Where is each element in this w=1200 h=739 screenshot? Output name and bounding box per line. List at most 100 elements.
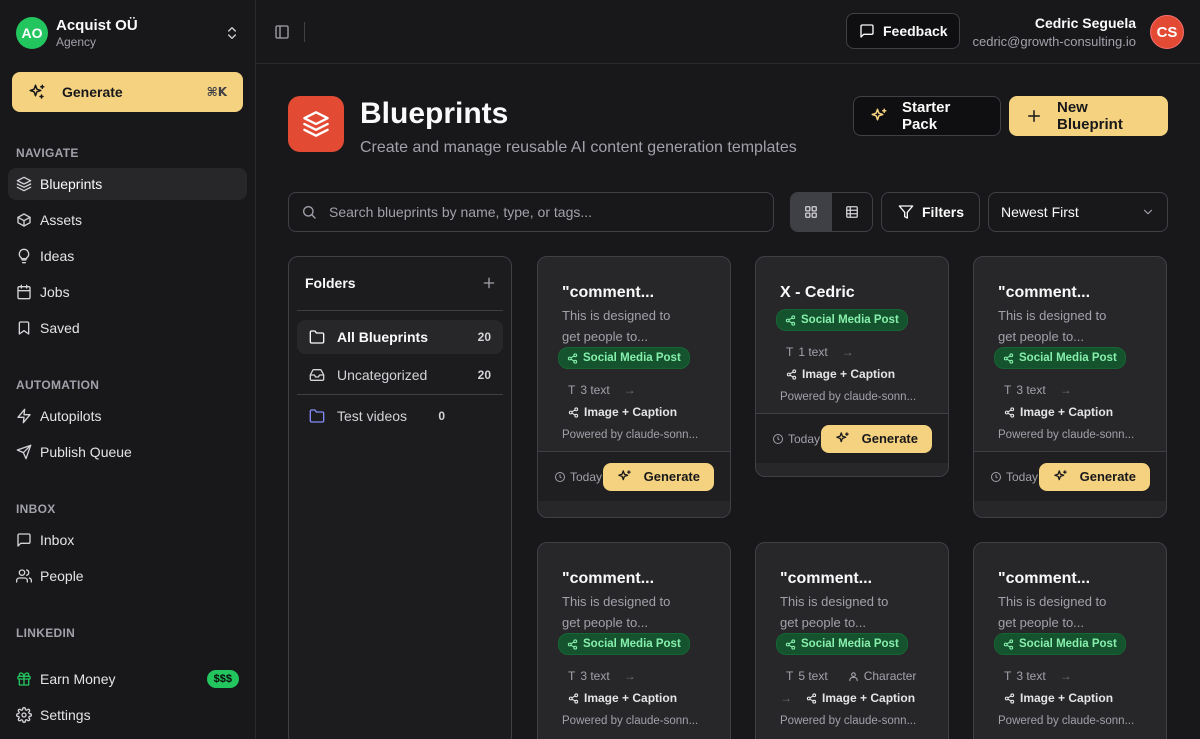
grid-view-button[interactable] [791, 193, 832, 231]
date-text: Today [570, 469, 603, 484]
type-badge: Social Media Post [776, 633, 908, 655]
sidebar-item-label: People [40, 568, 84, 584]
blueprint-card[interactable]: "comment... This is designed to get peop… [973, 256, 1167, 518]
org-avatar: AO [16, 17, 48, 49]
message-square-icon [859, 23, 875, 39]
user-info[interactable]: Cedric Seguela cedric@growth-consulting.… [973, 15, 1137, 50]
type-badge: Social Media Post [558, 347, 690, 369]
folders-panel: Folders All Blueprints 20 Uncategorized … [288, 256, 512, 739]
share-icon [568, 406, 579, 418]
text-icon: T [568, 383, 576, 397]
text-icon: T [1004, 669, 1012, 683]
card-generate-button[interactable]: Generate [820, 424, 932, 453]
folder-uncategorized[interactable]: Uncategorized 20 [297, 358, 503, 392]
text-icon: T [786, 669, 794, 683]
sidebar-item-people[interactable]: People [8, 560, 247, 592]
sidebar-item-saved[interactable]: Saved [8, 312, 247, 344]
bolt-icon [16, 408, 32, 424]
table-icon [845, 205, 859, 219]
user-icon [848, 671, 859, 682]
users-icon [16, 568, 32, 584]
folder-label: Test videos [337, 408, 408, 424]
sidebar-item-label: Earn Money [40, 671, 116, 687]
output-label: Image + Caption [822, 691, 916, 705]
share-icon [567, 352, 578, 364]
view-toggle [790, 192, 873, 232]
io-summary: T 3 text → Image + Caption [998, 379, 1142, 423]
clock-icon [990, 471, 1002, 483]
card-title: "comment... [562, 570, 655, 587]
generate-label: Generate [643, 469, 700, 484]
arrow-right-icon: → [1059, 669, 1072, 683]
sidebar-item-label: Inbox [40, 532, 75, 548]
filters-label: Filters [922, 204, 965, 220]
share-icon [806, 692, 817, 704]
sidebar-item-ideas[interactable]: Ideas [8, 240, 247, 272]
sidebar-toggle-icon[interactable] [274, 24, 290, 40]
input-chip: T 3 text [562, 665, 616, 687]
sort-value: Newest First [1001, 204, 1079, 220]
feedback-label: Feedback [883, 23, 948, 39]
share-icon [785, 638, 796, 650]
card-generate-button[interactable]: Generate [602, 462, 714, 491]
io-summary: T 5 text Character → Image + Caption [780, 665, 924, 709]
sidebar-item-blueprints[interactable]: Blueprints [8, 168, 247, 200]
filter-icon [898, 204, 914, 220]
generate-button[interactable]: Generate ⌘K [12, 72, 243, 112]
feedback-button[interactable]: Feedback [846, 13, 960, 49]
sparkles-icon [28, 83, 46, 101]
card-generate-button[interactable]: Generate [1038, 462, 1150, 491]
folder-test-videos[interactable]: Test videos 0 [297, 399, 457, 433]
add-folder-icon[interactable] [481, 275, 497, 291]
output-label: Image + Caption [584, 691, 678, 705]
blueprint-card[interactable]: "comment... This is designed to get peop… [755, 542, 949, 739]
output-chip: Image + Caption [800, 687, 921, 709]
arrow-right-icon: → [780, 691, 792, 705]
sidebar-item-inbox[interactable]: Inbox [8, 524, 247, 556]
share-icon [568, 692, 579, 704]
sidebar-item-jobs[interactable]: Jobs [8, 276, 247, 308]
card-title: "comment... [998, 570, 1091, 587]
type-badge-label: Social Media Post [583, 638, 681, 650]
sidebar-item-label: Ideas [40, 248, 75, 264]
sidebar-item-earn-money[interactable]: Earn Money $$$ [8, 663, 247, 695]
folder-count: 20 [477, 368, 491, 382]
model-info: Powered by claude-sonn... [562, 429, 699, 441]
blueprint-card[interactable]: "comment... This is designed to get peop… [537, 542, 731, 739]
filters-button[interactable]: Filters [881, 192, 980, 232]
output-chip: Image + Caption [998, 687, 1119, 709]
folder-label: All Blueprints [337, 329, 429, 345]
input-chip: T 3 text [998, 665, 1052, 687]
model-info: Powered by claude-sonn... [998, 715, 1135, 727]
blueprint-card[interactable]: X - Cedric Social Media Post T 1 text → I… [755, 256, 949, 477]
section-inbox: INBOX [16, 502, 56, 516]
main-content: Blueprints Create and manage reusable AI… [256, 64, 1200, 739]
folder-label: Uncategorized [337, 367, 428, 383]
starter-pack-button[interactable]: Starter Pack [853, 96, 1001, 136]
card-title: "comment... [780, 570, 873, 587]
sidebar-item-settings[interactable]: Settings [8, 699, 247, 731]
search-input[interactable] [329, 204, 749, 220]
date-text: Today [788, 431, 821, 446]
sidebar-item-publish-queue[interactable]: Publish Queue [8, 436, 247, 468]
sidebar-item-assets[interactable]: Assets [8, 204, 247, 236]
share-icon [1003, 352, 1014, 364]
output-chip: Image + Caption [562, 687, 683, 709]
folder-all-blueprints[interactable]: All Blueprints 20 [297, 320, 503, 354]
share-icon [1003, 638, 1014, 650]
sort-select[interactable]: Newest First [988, 192, 1168, 232]
blueprint-card[interactable]: "comment... This is designed to get peop… [537, 256, 731, 518]
type-badge: Social Media Post [994, 347, 1126, 369]
sidebar-item-autopilots[interactable]: Autopilots [8, 400, 247, 432]
table-view-button[interactable] [832, 193, 873, 231]
card-description: This is designed to get people to... [998, 594, 1107, 630]
sparkles-icon [835, 431, 850, 446]
generate-label: Generate [62, 84, 123, 100]
new-blueprint-button[interactable]: New Blueprint [1009, 96, 1168, 136]
blueprint-card[interactable]: "comment... This is designed to get peop… [973, 542, 1167, 739]
org-switcher[interactable]: AO Acquist OÜ Agency [16, 16, 240, 50]
grid-icon [804, 205, 818, 219]
avatar[interactable]: CS [1150, 15, 1184, 49]
calendar-icon [16, 284, 32, 300]
type-badge: Social Media Post [558, 633, 690, 655]
